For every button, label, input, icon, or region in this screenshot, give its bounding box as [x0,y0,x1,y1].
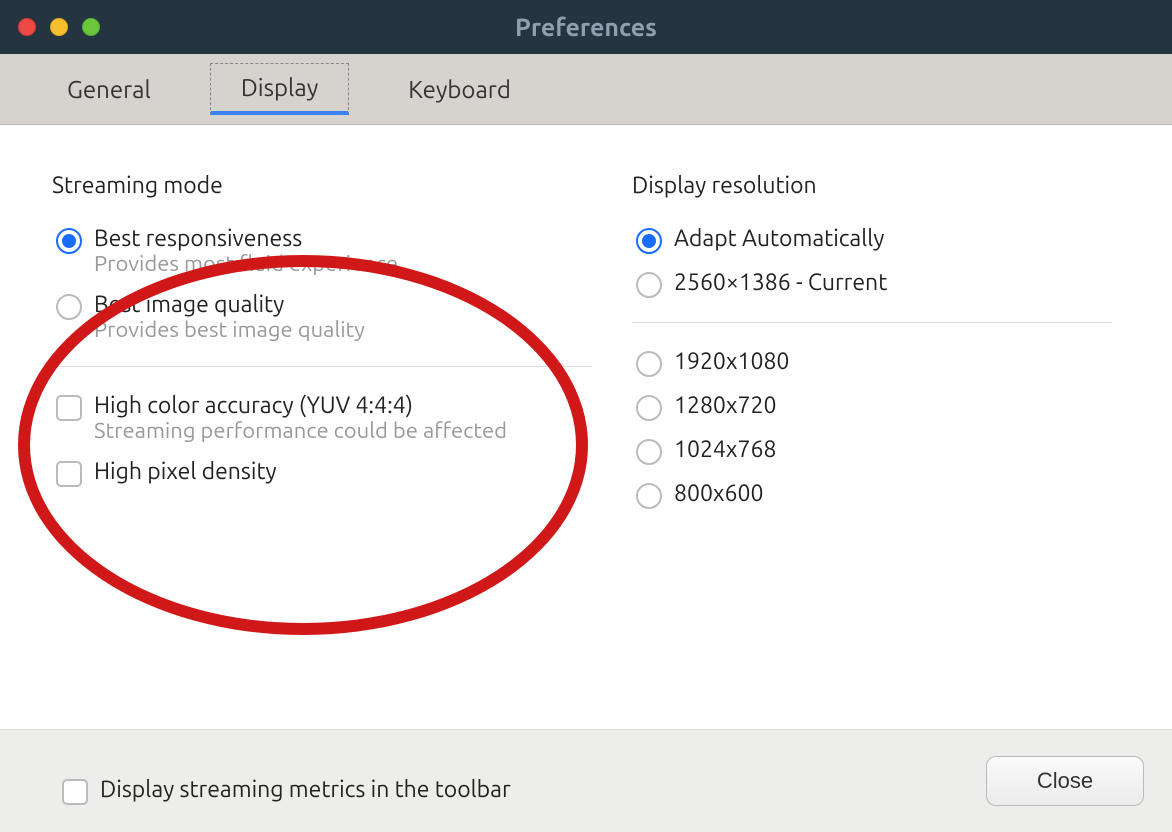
checkbox-icon [56,461,82,487]
option-label: 1280x720 [674,393,1108,418]
radio-icon [636,483,662,509]
maximize-window-icon[interactable] [82,18,100,36]
radio-1280x720[interactable]: 1280x720 [632,385,1112,429]
option-text: Best responsiveness Provides most fluid … [94,226,588,276]
radio-1920x1080[interactable]: 1920x1080 [632,341,1112,385]
option-sublabel: Streaming performance could be affected [94,418,588,443]
option-text: Display streaming metrics in the toolbar [100,777,511,802]
tab-display[interactable]: Display [210,63,349,115]
tab-keyboard[interactable]: Keyboard [377,65,542,114]
radio-best-quality[interactable]: Best image quality Provides best image q… [52,284,592,350]
checkbox-high-color[interactable]: High color accuracy (YUV 4:4:4) Streamin… [52,385,592,451]
option-sublabel: Provides best image quality [94,317,588,342]
option-text: Adapt Automatically [674,226,1108,251]
radio-icon [636,395,662,421]
option-text: Best image quality Provides best image q… [94,292,588,342]
option-label: Display streaming metrics in the toolbar [100,777,511,802]
radio-adapt-auto[interactable]: Adapt Automatically [632,218,1112,262]
radio-1024x768[interactable]: 1024x768 [632,429,1112,473]
resolution-title: Display resolution [632,173,1112,198]
option-text: High color accuracy (YUV 4:4:4) Streamin… [94,393,588,443]
radio-icon [56,228,82,254]
radio-current-resolution[interactable]: 2560×1386 - Current [632,262,1112,306]
radio-800x600[interactable]: 800x600 [632,473,1112,517]
option-label: High pixel density [94,459,588,484]
preferences-window: Preferences General Display Keyboard Str… [0,0,1172,832]
content-area: Streaming mode Best responsiveness Provi… [0,125,1172,729]
streaming-mode-title: Streaming mode [52,173,592,198]
titlebar: Preferences [0,0,1172,54]
checkbox-icon [62,779,88,805]
close-window-icon[interactable] [18,18,36,36]
radio-icon [636,228,662,254]
option-label: 800x600 [674,481,1108,506]
tab-general[interactable]: General [36,65,182,114]
option-text: 2560×1386 - Current [674,270,1108,295]
radio-icon [636,351,662,377]
close-button[interactable]: Close [986,756,1144,806]
streaming-mode-section: Streaming mode Best responsiveness Provi… [52,173,592,729]
option-text: 1280x720 [674,393,1108,418]
window-controls [0,18,100,36]
option-sublabel: Provides most fluid experience [94,251,588,276]
option-text: 1920x1080 [674,349,1108,374]
option-label: Adapt Automatically [674,226,1108,251]
radio-icon [56,294,82,320]
option-text: 1024x768 [674,437,1108,462]
radio-icon [636,272,662,298]
checkbox-high-pixel[interactable]: High pixel density [52,451,592,495]
tab-bar: General Display Keyboard [0,54,1172,125]
window-title: Preferences [515,13,657,41]
checkbox-icon [56,395,82,421]
option-text: High pixel density [94,459,588,484]
minimize-window-icon[interactable] [50,18,68,36]
resolution-section: Display resolution Adapt Automatically 2… [632,173,1112,729]
divider [52,366,592,367]
radio-icon [636,439,662,465]
option-label: 1920x1080 [674,349,1108,374]
option-label: 1024x768 [674,437,1108,462]
option-text: 800x600 [674,481,1108,506]
option-label: High color accuracy (YUV 4:4:4) [94,393,588,418]
option-label: Best responsiveness [94,226,588,251]
option-label: 2560×1386 - Current [674,270,1108,295]
radio-best-responsiveness[interactable]: Best responsiveness Provides most fluid … [52,218,592,284]
option-label: Best image quality [94,292,588,317]
divider [632,322,1112,323]
checkbox-streaming-metrics[interactable]: Display streaming metrics in the toolbar [58,769,515,813]
